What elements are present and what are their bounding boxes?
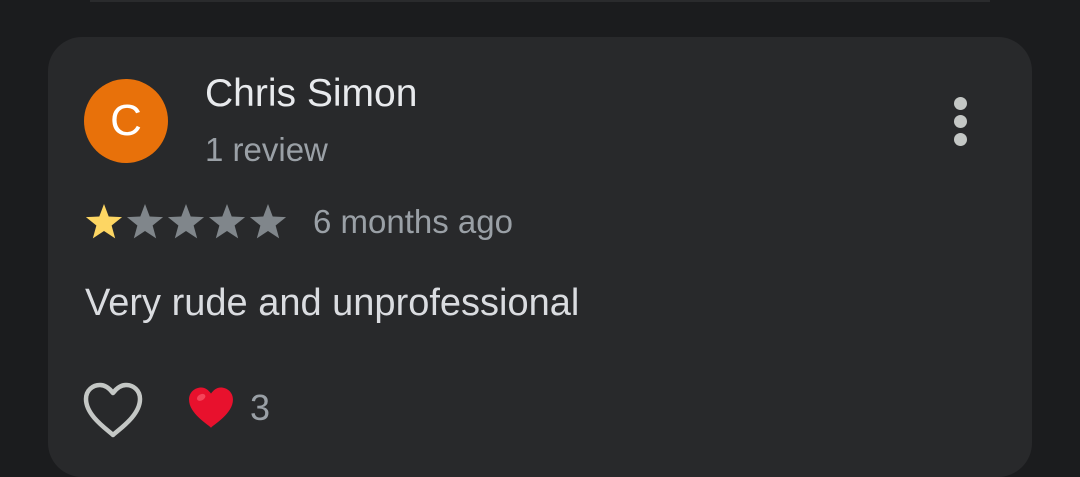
more-options-button[interactable] <box>936 88 984 154</box>
rating-row: 6 months ago <box>84 200 513 244</box>
avatar[interactable]: C <box>84 79 168 163</box>
star-empty-icon <box>167 204 205 239</box>
like-button[interactable] <box>80 380 146 440</box>
review-time: 6 months ago <box>313 203 513 240</box>
heart-outline-icon <box>83 382 143 438</box>
reaction-count: 3 <box>250 387 271 428</box>
star-rating <box>84 202 289 242</box>
heart-filled-icon <box>189 387 233 428</box>
star-empty-icon <box>249 204 287 239</box>
review-text: Very rude and unprofessional <box>85 282 580 324</box>
reaction-summary[interactable]: 3 <box>186 383 270 433</box>
star-empty-icon <box>126 204 164 239</box>
author-name[interactable]: Chris Simon <box>205 72 417 116</box>
star-empty-icon <box>208 204 246 239</box>
previous-card-edge <box>90 0 990 2</box>
star-filled-icon <box>85 204 123 239</box>
author-review-count: 1 review <box>205 131 328 168</box>
